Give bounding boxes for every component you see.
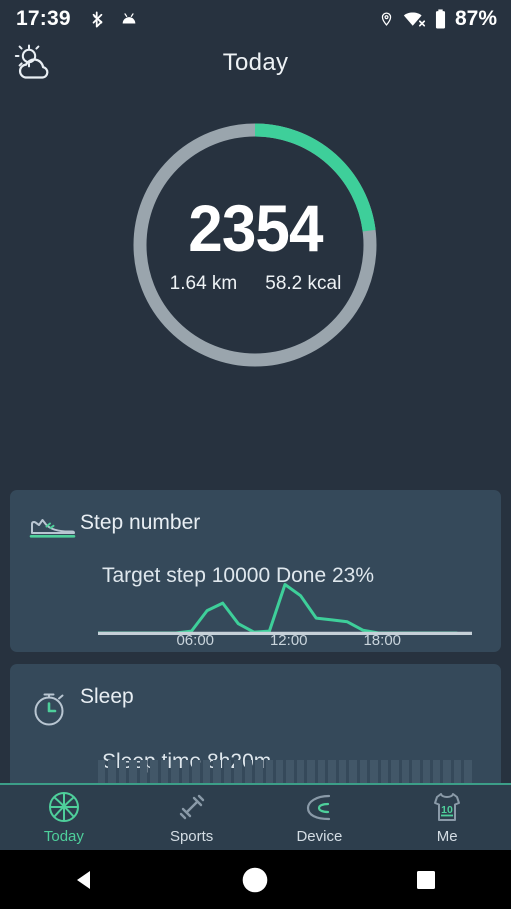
sun-behind-cloud-icon[interactable] [10,43,58,88]
status-bar: 17:39 87% [0,0,511,38]
card-sleep-title: Sleep [80,685,134,708]
app-root: 17:39 87% Today 2354 1.64 km 58.2 kcal S… [0,0,511,909]
card-step-number[interactable]: Step number Target step 10000 Done 23% 0… [10,490,501,652]
status-bar-left-icons [88,10,139,29]
card-sleep-header: Sleep [10,664,501,734]
battery-icon [435,9,446,29]
ring-svg [133,123,377,367]
nav-item-device[interactable]: Device [256,785,384,850]
step-chart-line [98,583,458,635]
android-head-icon [122,12,136,23]
step-chart-tick-0: 06:00 [176,632,215,649]
card-step-title: Step number [80,511,201,534]
step-progress-ring[interactable]: 2354 1.64 km 58.2 kcal [0,110,511,380]
status-bar-clock: 17:39 [16,7,71,30]
svg-text:10: 10 [441,804,453,816]
step-chart-tick-2: 18:00 [363,632,402,649]
wifi-off-icon [403,12,426,27]
step-activity-chart [98,583,472,635]
nav-label-me: Me [436,828,458,845]
nav-item-sports[interactable]: Sports [128,785,256,850]
nav-item-today[interactable]: Today [0,785,128,850]
dumbbell-icon [179,794,204,820]
location-pin-icon [381,12,392,26]
nav-label-today: Today [43,828,84,845]
running-shoe-icon [28,508,80,548]
bluetooth-disconnected-icon [92,11,103,27]
android-navigation-bar [0,850,511,909]
page-title: Today [222,49,289,76]
jersey-10-icon: 10 [434,793,461,821]
status-bar-right-icons: 87% [379,7,497,31]
bottom-navigation: Today Sports Device 10 Me [0,785,511,850]
nav-label-sports: Sports [169,828,214,845]
back-triangle-icon[interactable] [70,865,100,895]
recents-square-icon[interactable] [411,865,441,895]
home-circle-icon[interactable] [240,865,270,895]
nav-item-me[interactable]: 10 Me [383,785,511,850]
wristband-icon [307,794,331,821]
stopwatch-icon [28,682,80,734]
step-chart-tick-1: 12:00 [269,632,308,649]
card-sleep[interactable]: Sleep Sleep time 8h20m [10,664,501,794]
app-header: Today [0,38,511,88]
card-step-header: Step number [10,490,501,548]
battery-percent-label: 87% [454,7,497,30]
basketball-icon [48,792,79,822]
nav-label-device: Device [296,828,343,845]
step-chart-tick-labels: 06:00 12:00 18:00 [98,632,472,650]
